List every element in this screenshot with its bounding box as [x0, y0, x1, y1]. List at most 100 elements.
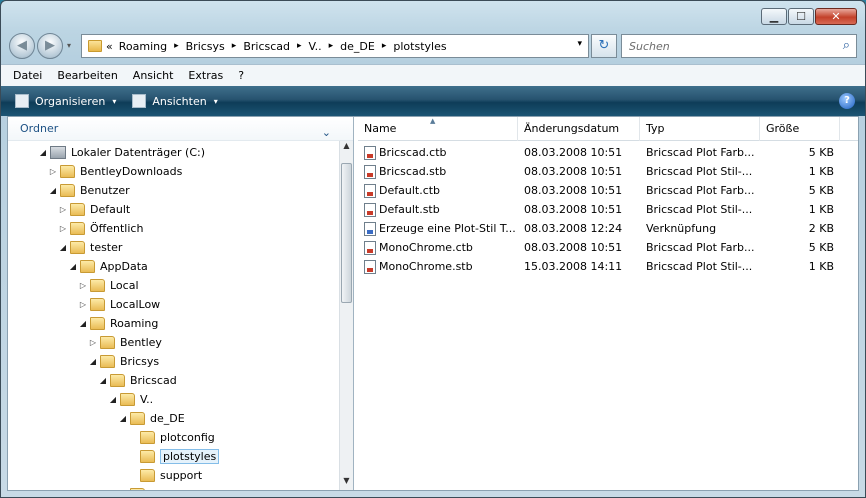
- address-dropdown-icon[interactable]: ▾: [577, 39, 582, 49]
- scroll-down-icon[interactable]: ▼: [340, 476, 353, 490]
- tree-item[interactable]: ▷ LocalLow: [78, 295, 160, 314]
- collapsed-arrow-icon[interactable]: ▷: [58, 224, 68, 233]
- tree-item[interactable]: support: [128, 466, 202, 485]
- help-button[interactable]: ?: [839, 93, 855, 109]
- collapsed-arrow-icon[interactable]: ▷: [78, 281, 88, 290]
- file-size: 5 KB: [808, 146, 834, 159]
- tree-item[interactable]: plotconfig: [128, 428, 215, 447]
- stb-file-icon: [364, 259, 376, 274]
- breadcrumb-overflow[interactable]: «: [106, 40, 113, 53]
- file-name-cell: MonoChrome.stb: [358, 259, 518, 274]
- file-date: 08.03.2008 10:51: [524, 184, 623, 197]
- menu-item[interactable]: Datei: [13, 69, 42, 82]
- tree-item[interactable]: ◢ Bricscad: [98, 371, 177, 390]
- close-icon: ✕: [831, 10, 841, 23]
- breadcrumb-item[interactable]: plotstyles: [393, 40, 446, 53]
- tree-item[interactable]: ◢ Lokaler Datenträger (C:): [38, 143, 205, 162]
- table-row[interactable]: Default.ctb 08.03.2008 10:51 Bricscad Plot…: [358, 181, 858, 200]
- collapsed-arrow-icon[interactable]: ▷: [58, 205, 68, 214]
- tree-item[interactable]: ◢ Bricsys: [88, 352, 159, 371]
- refresh-button[interactable]: ↻: [591, 34, 617, 58]
- views-button[interactable]: Ansichten ▾: [132, 94, 218, 108]
- breadcrumb-item[interactable]: Bricscad: [243, 40, 290, 53]
- folders-header[interactable]: Ordner ⌄: [8, 117, 353, 141]
- stb-file-icon: [364, 202, 376, 217]
- recent-pages-dropdown[interactable]: ▾: [67, 41, 71, 50]
- organize-button[interactable]: Organisieren ▾: [15, 94, 116, 108]
- scroll-up-icon[interactable]: ▲: [340, 141, 353, 155]
- table-row[interactable]: Erzeuge eine Plot-Stil T... 08.03.2008 12…: [358, 219, 858, 238]
- folder-icon: [60, 165, 75, 178]
- tree-item-label: Öffentlich: [90, 222, 144, 235]
- table-row[interactable]: Bricscad.stb 08.03.2008 10:51 Bricscad Plo…: [358, 162, 858, 181]
- folder-icon: [100, 355, 115, 368]
- search-icon[interactable]: ⌕: [843, 38, 850, 53]
- file-type: Bricscad Plot Farb...: [646, 184, 755, 197]
- table-row[interactable]: Bricscad.ctb 08.03.2008 10:51 Bricscad Plo…: [358, 143, 858, 162]
- breadcrumb-item[interactable]: V..: [309, 40, 322, 53]
- sort-ascending-icon: ▲: [430, 117, 436, 125]
- tree-item-label: Local: [110, 279, 139, 292]
- tree-item[interactable]: de_DE1: [118, 485, 192, 490]
- collapsed-arrow-icon[interactable]: ▷: [48, 167, 58, 176]
- drive-icon: [50, 146, 66, 159]
- tree-item[interactable]: ◢ tester: [58, 238, 122, 257]
- tree-item[interactable]: ▷ Bentley: [88, 333, 162, 352]
- expanded-arrow-icon[interactable]: ◢: [118, 414, 128, 423]
- column-header[interactable]: Größe: [760, 117, 840, 141]
- tree-scrollbar[interactable]: ▲ ▼: [339, 141, 353, 490]
- expanded-arrow-icon[interactable]: ◢: [38, 148, 48, 157]
- expanded-arrow-icon[interactable]: ◢: [98, 376, 108, 385]
- tree-item-label: plotconfig: [160, 431, 215, 444]
- column-headers: Name ▲ Änderungsdatum Typ Größe: [358, 117, 858, 141]
- ctb-file-icon: [364, 145, 376, 160]
- close-button[interactable]: ✕: [815, 8, 857, 25]
- tree-item[interactable]: ◢ V..: [108, 390, 153, 409]
- column-header[interactable]: Name ▲: [358, 117, 518, 141]
- ctb-file-icon: [364, 183, 376, 198]
- breadcrumb-separator-icon[interactable]: ▸: [329, 41, 334, 51]
- collapsed-arrow-icon[interactable]: ▷: [88, 338, 98, 347]
- breadcrumb-item[interactable]: Bricsys: [186, 40, 225, 53]
- tree-item[interactable]: ◢ Roaming: [78, 314, 158, 333]
- tree-item[interactable]: plotstyles: [128, 447, 220, 466]
- column-header[interactable]: Typ: [640, 117, 760, 141]
- file-name-cell: Default.ctb: [358, 183, 518, 198]
- expanded-arrow-icon[interactable]: ◢: [68, 262, 78, 271]
- expanded-arrow-icon[interactable]: ◢: [108, 395, 118, 404]
- forward-button[interactable]: ▶: [37, 33, 63, 59]
- expanded-arrow-icon[interactable]: ◢: [48, 186, 58, 195]
- breadcrumb-item[interactable]: Roaming: [119, 40, 167, 53]
- breadcrumb-separator-icon[interactable]: ▸: [232, 41, 237, 51]
- table-row[interactable]: MonoChrome.stb 15.03.2008 14:11 Bricscad P…: [358, 257, 858, 276]
- expanded-arrow-icon[interactable]: ◢: [78, 319, 88, 328]
- menu-item[interactable]: Ansicht: [133, 69, 174, 82]
- menu-item[interactable]: ?: [238, 69, 244, 82]
- tree-item[interactable]: ◢ de_DE: [118, 409, 185, 428]
- breadcrumb-separator-icon[interactable]: ▸: [297, 41, 302, 51]
- tree-item[interactable]: ◢ Benutzer: [48, 181, 130, 200]
- expanded-arrow-icon[interactable]: ◢: [88, 357, 98, 366]
- menu-item[interactable]: Extras: [188, 69, 223, 82]
- search-input[interactable]: Suchen ⌕: [621, 34, 857, 58]
- collapsed-arrow-icon[interactable]: ▷: [78, 300, 88, 309]
- tree-item[interactable]: ◢ AppData: [68, 257, 148, 276]
- tree-item[interactable]: ▷ Local: [78, 276, 139, 295]
- column-header[interactable]: Änderungsdatum: [518, 117, 640, 141]
- breadcrumb-separator-icon[interactable]: ▸: [174, 41, 179, 51]
- address-bar[interactable]: « Roaming ▸ Bricsys ▸ Bricscad ▸ V.. ▸ de_DE ▸ plo…: [81, 34, 589, 58]
- minimize-button[interactable]: ▁: [761, 8, 787, 25]
- menu-item[interactable]: Bearbeiten: [57, 69, 117, 82]
- scroll-thumb[interactable]: [341, 163, 352, 303]
- maximize-button[interactable]: ☐: [788, 8, 814, 25]
- tree-item[interactable]: ▷ Default: [58, 200, 130, 219]
- tree-item[interactable]: ▷ Öffentlich: [58, 219, 143, 238]
- table-row[interactable]: Default.stb 08.03.2008 10:51 Bricscad Plot…: [358, 200, 858, 219]
- search-placeholder: Suchen: [629, 40, 670, 53]
- tree-item[interactable]: ▷ BentleyDownloads: [48, 162, 182, 181]
- breadcrumb-item[interactable]: de_DE: [340, 40, 375, 53]
- back-button[interactable]: ◀: [9, 33, 35, 59]
- table-row[interactable]: MonoChrome.ctb 08.03.2008 10:51 Bricscad P…: [358, 238, 858, 257]
- breadcrumb-separator-icon[interactable]: ▸: [382, 41, 387, 51]
- expanded-arrow-icon[interactable]: ◢: [58, 243, 68, 252]
